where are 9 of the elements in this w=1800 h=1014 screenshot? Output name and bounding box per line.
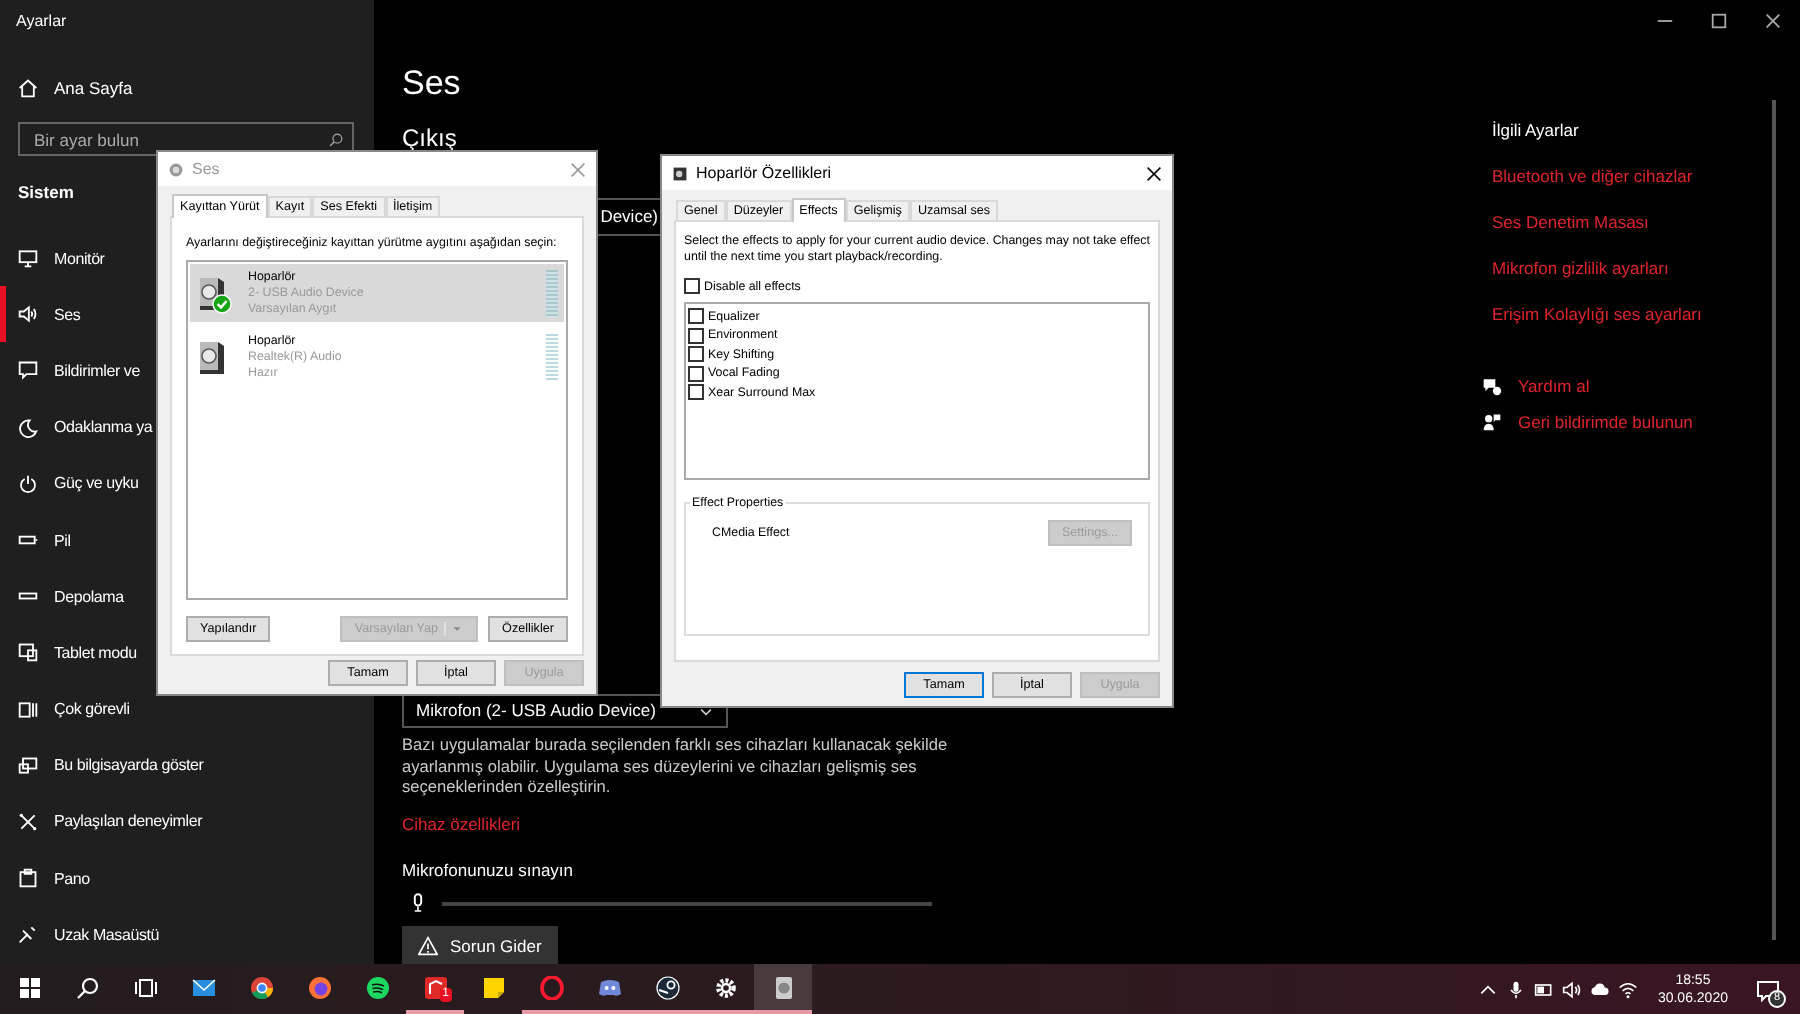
dialog-title: Ses bbox=[192, 160, 220, 178]
window-title: Ayarlar bbox=[14, 10, 69, 34]
related-settings-heading: İlgili Ayarlar bbox=[1492, 120, 1579, 142]
info-text: Bazı uygulamalar burada seçilenden farklı ses cihazları kullanacak şekilde ayarlanmış olabilir. Uygulama ses düzeylerini ve cihazları gelişmiş ses seçeneklerinden özelleştirin. bbox=[402, 733, 950, 799]
section-heading: Çıkış bbox=[402, 124, 457, 152]
dialog-title: Hoparlör Özellikleri bbox=[696, 164, 832, 182]
section-heading: Sistem bbox=[18, 182, 74, 206]
test-label: Mikrofonunuzu sınayın bbox=[402, 860, 574, 881]
page-title: Ses bbox=[402, 64, 461, 104]
